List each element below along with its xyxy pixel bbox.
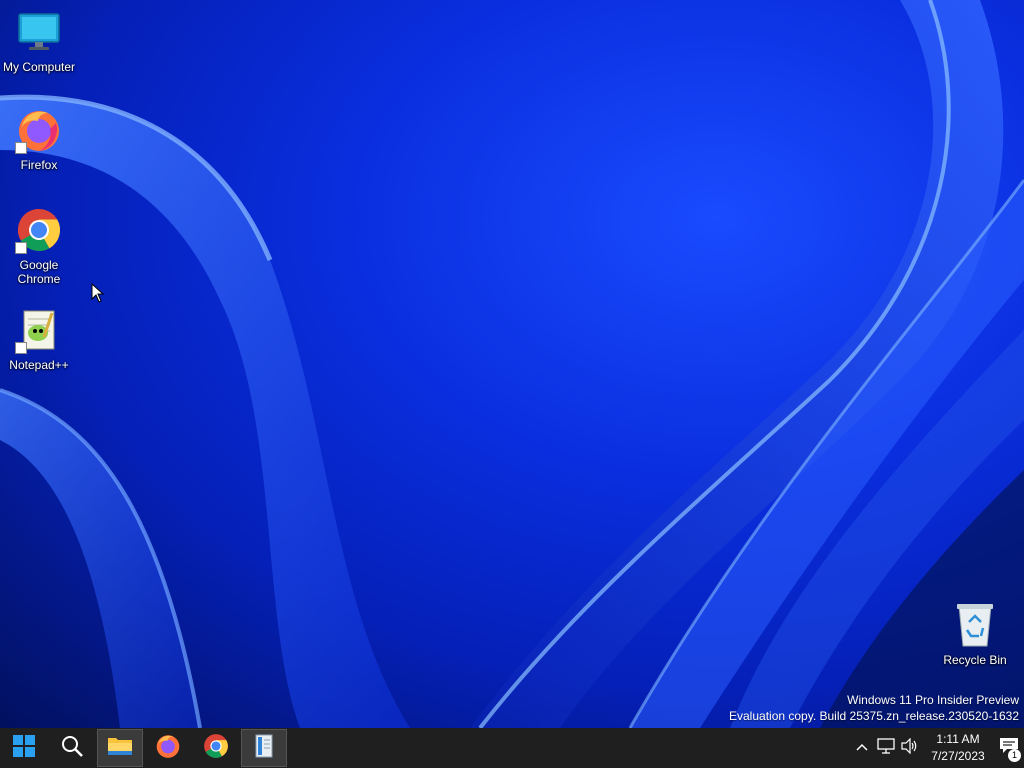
wallpaper-image <box>0 0 1024 728</box>
watermark-edition: Windows 11 Pro Insider Preview <box>847 693 1019 707</box>
notification-count-badge: 1 <box>1008 749 1021 762</box>
desktop[interactable]: My Computer Firefox Google Chrome Notepa… <box>0 0 1024 728</box>
shortcut-arrow-icon <box>15 342 27 354</box>
taskbar: 1:11 AM 7/27/2023 1 <box>0 728 1024 768</box>
clock[interactable]: 1:11 AM 7/27/2023 <box>922 731 994 765</box>
chrome-icon <box>15 206 63 254</box>
mouse-pointer-icon <box>91 283 105 303</box>
network-icon <box>877 737 895 759</box>
file-explorer-icon <box>107 735 133 762</box>
taskbar-firefox[interactable] <box>145 729 191 767</box>
firefox-icon <box>155 733 181 764</box>
chrome-icon <box>203 733 229 764</box>
volume-button[interactable] <box>898 728 922 768</box>
notification-center-button[interactable]: 1 <box>994 728 1024 768</box>
app-window-icon <box>254 734 274 763</box>
start-button[interactable] <box>1 729 47 767</box>
system-tray: 1:11 AM 7/27/2023 1 <box>850 728 1024 768</box>
recycle-bin-icon <box>951 601 999 649</box>
desktop-icon-google-chrome[interactable]: Google Chrome <box>1 206 77 286</box>
desktop-icon-label: Notepad++ <box>9 358 69 372</box>
desktop-icon-recycle-bin[interactable]: Recycle Bin <box>937 601 1013 667</box>
monitor-icon <box>15 8 63 56</box>
watermark-build: Evaluation copy. Build 25375.zn_release.… <box>729 709 1019 723</box>
desktop-icon-label: My Computer <box>2 60 76 74</box>
clock-date: 7/27/2023 <box>931 749 985 763</box>
desktop-icon-label: Google Chrome <box>17 258 61 286</box>
desktop-icon-my-computer[interactable]: My Computer <box>1 8 77 74</box>
shortcut-arrow-icon <box>15 142 27 154</box>
taskbar-file-explorer[interactable] <box>97 729 143 767</box>
taskbar-chrome[interactable] <box>193 729 239 767</box>
show-hidden-icons-button[interactable] <box>850 728 874 768</box>
evaluation-watermark: Windows 11 Pro Insider Preview Evaluatio… <box>729 692 1019 724</box>
taskbar-app-window[interactable] <box>241 729 287 767</box>
chevron-up-icon <box>855 739 869 757</box>
clock-time: 1:11 AM <box>936 732 980 746</box>
search-button[interactable] <box>49 729 95 767</box>
desktop-icon-firefox[interactable]: Firefox <box>1 106 77 172</box>
network-button[interactable] <box>874 728 898 768</box>
desktop-icon-notepadpp[interactable]: Notepad++ <box>1 306 77 372</box>
speaker-icon <box>901 737 919 759</box>
firefox-icon <box>15 106 63 154</box>
desktop-icon-label: Recycle Bin <box>943 653 1007 667</box>
desktop-icon-label: Firefox <box>20 158 58 172</box>
shortcut-arrow-icon <box>15 242 27 254</box>
windows-start-icon <box>12 734 36 763</box>
search-icon <box>60 734 84 763</box>
notepadpp-icon <box>15 306 63 354</box>
